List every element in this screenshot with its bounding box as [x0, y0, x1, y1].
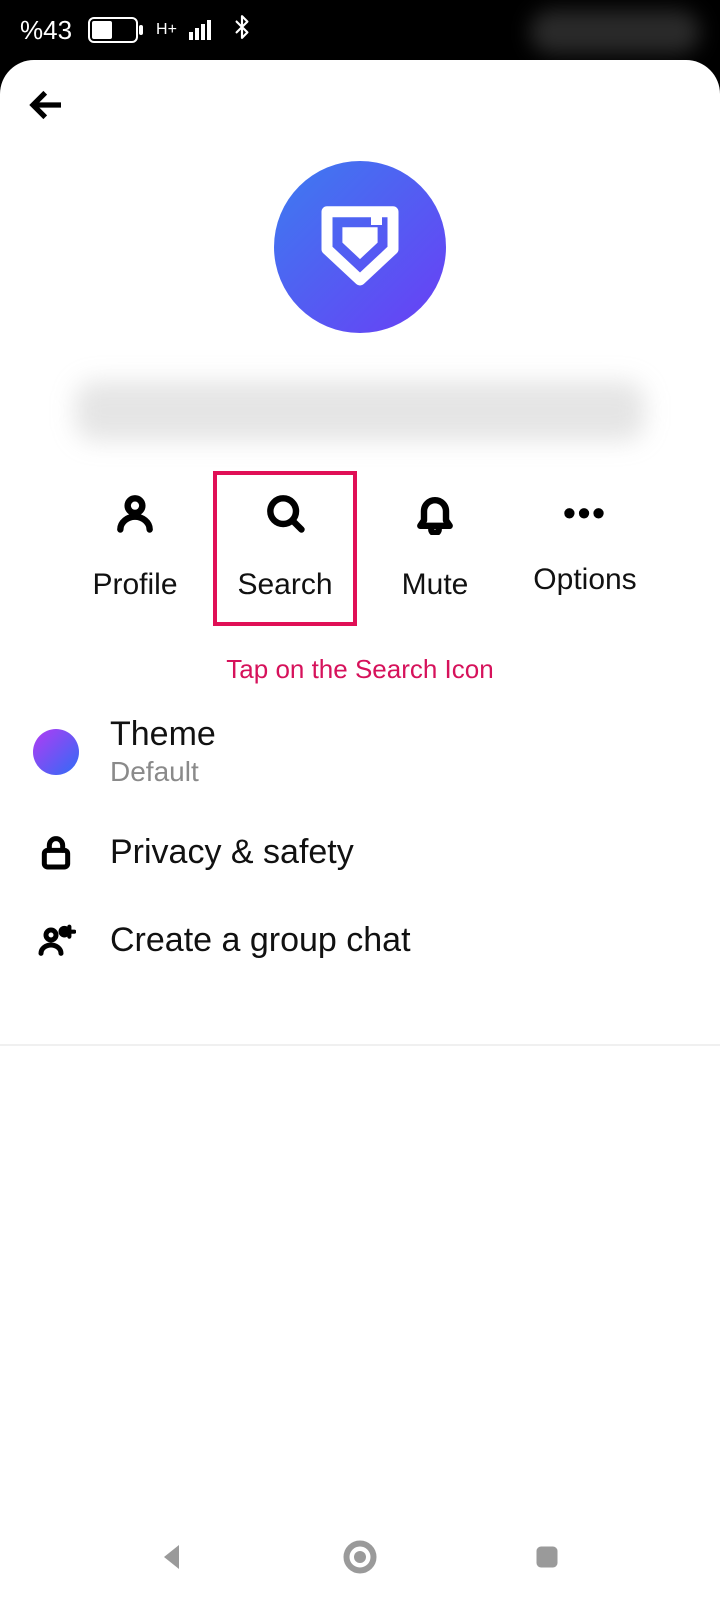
group-add-icon	[32, 916, 80, 964]
nav-home[interactable]	[342, 1539, 378, 1580]
search-action-label: Search	[237, 568, 332, 602]
profile-avatar[interactable]	[274, 161, 446, 333]
annotation-text: Tap on the Search Icon	[0, 654, 720, 685]
options-action[interactable]: ••• Options	[515, 473, 655, 624]
options-action-label: Options	[533, 563, 636, 597]
battery-percent: %43	[20, 15, 72, 46]
search-icon	[263, 491, 307, 540]
statusbar-right-blur	[530, 10, 700, 54]
bell-icon	[413, 491, 457, 540]
search-action[interactable]: Search	[215, 473, 355, 624]
profile-name-blurred	[75, 381, 645, 441]
more-dots-icon: •••	[563, 491, 607, 535]
theme-value: Default	[110, 756, 216, 788]
back-button[interactable]	[26, 84, 694, 131]
person-icon	[113, 491, 157, 540]
mute-action-label: Mute	[402, 568, 469, 602]
theme-row[interactable]: Theme Default	[26, 695, 694, 808]
mute-action[interactable]: Mute	[365, 473, 505, 624]
network-type: H+	[156, 23, 177, 37]
bluetooth-icon	[229, 14, 255, 47]
status-bar: %43 H+	[0, 0, 720, 60]
create-group-label: Create a group chat	[110, 921, 411, 960]
theme-label: Theme	[110, 715, 216, 754]
create-group-row[interactable]: Create a group chat	[26, 896, 694, 984]
system-navbar	[0, 1518, 720, 1600]
section-divider	[0, 1044, 720, 1046]
lock-icon	[32, 828, 80, 876]
privacy-row[interactable]: Privacy & safety	[26, 808, 694, 896]
privacy-label: Privacy & safety	[110, 833, 354, 872]
profile-action-label: Profile	[92, 568, 177, 602]
profile-action[interactable]: Profile	[65, 473, 205, 624]
signal-bars-icon	[189, 20, 211, 40]
nav-back[interactable]	[155, 1539, 191, 1580]
battery-icon	[82, 17, 138, 43]
nav-recent[interactable]	[529, 1539, 565, 1580]
theme-color-icon	[33, 729, 79, 775]
